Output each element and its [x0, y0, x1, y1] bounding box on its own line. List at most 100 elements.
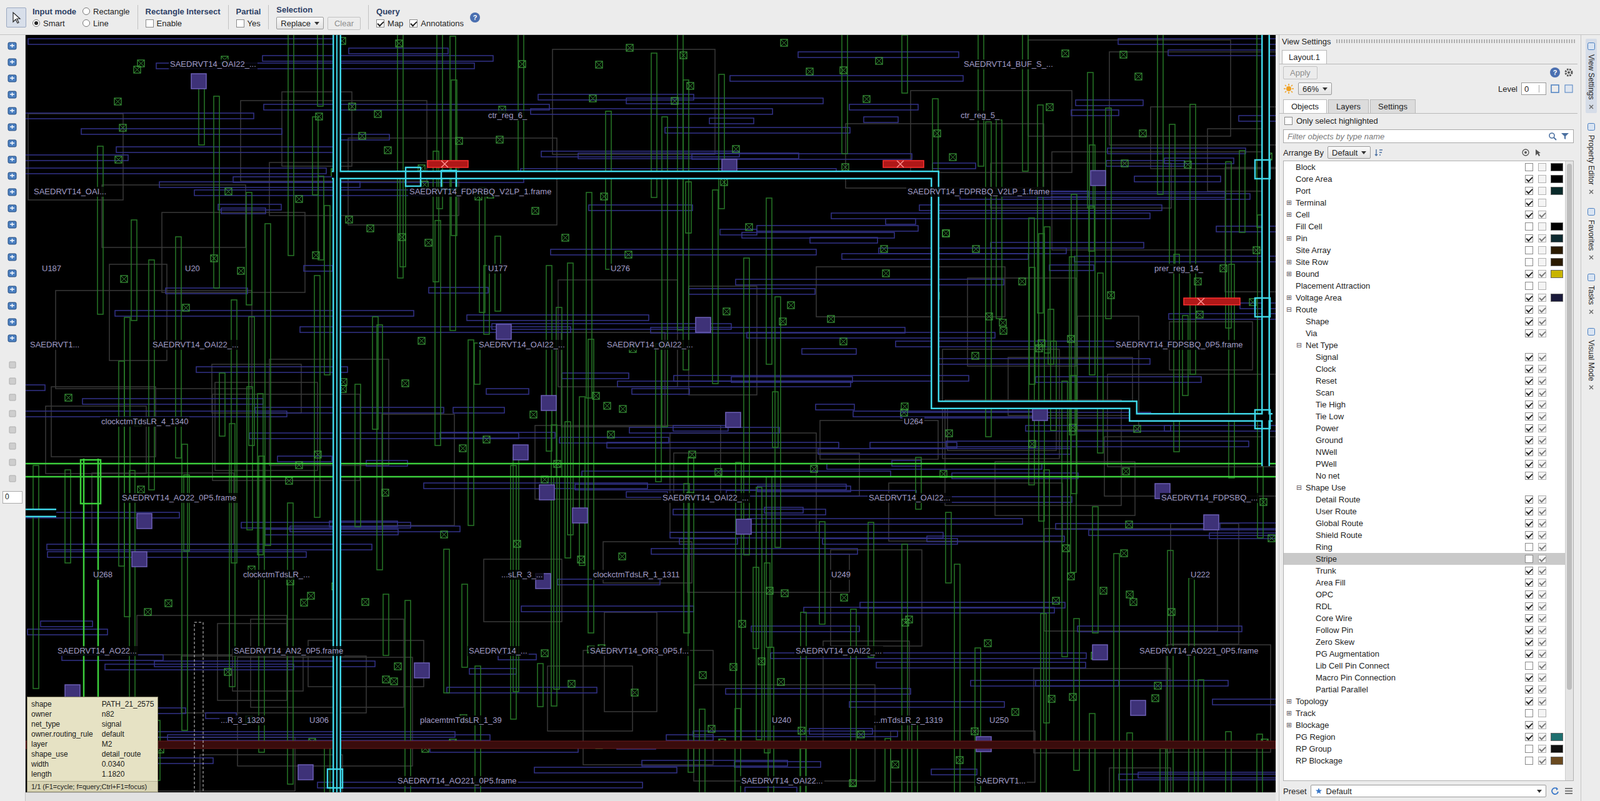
selectable-checkbox[interactable] — [1538, 685, 1547, 694]
tool-button[interactable] — [3, 455, 22, 470]
close-icon[interactable] — [1588, 103, 1595, 110]
tree-row[interactable]: ⊞Blockage — [1283, 719, 1565, 732]
tool-button[interactable] — [3, 120, 22, 135]
visible-checkbox[interactable] — [1525, 507, 1534, 516]
grid-field[interactable]: 0 — [2, 491, 23, 504]
selectable-checkbox[interactable] — [1538, 281, 1547, 290]
visible-checkbox[interactable] — [1525, 163, 1534, 172]
side-tab[interactable]: View Settings — [1585, 38, 1597, 114]
expander[interactable]: ⊟ — [1286, 305, 1294, 314]
visible-checkbox[interactable] — [1525, 745, 1534, 754]
selectable-checkbox[interactable] — [1538, 733, 1547, 742]
color-swatch[interactable] — [1550, 745, 1564, 754]
selectable-checkbox[interactable] — [1538, 602, 1547, 611]
side-tab[interactable]: Property Editor — [1585, 119, 1597, 199]
selectable-checkbox[interactable] — [1538, 471, 1547, 480]
tree-row[interactable]: Power — [1283, 422, 1565, 435]
selectable-checkbox[interactable] — [1538, 555, 1547, 564]
visible-checkbox[interactable] — [1525, 329, 1534, 338]
tool-button[interactable] — [3, 406, 22, 422]
selectable-checkbox[interactable] — [1538, 566, 1547, 575]
visible-checkbox[interactable] — [1525, 400, 1534, 409]
visible-checkbox[interactable] — [1525, 578, 1534, 587]
color-swatch[interactable] — [1550, 258, 1564, 267]
visible-checkbox[interactable] — [1525, 388, 1534, 397]
clear-button[interactable]: Clear — [327, 16, 361, 30]
tree-row[interactable]: Fill Cell — [1283, 220, 1565, 233]
tool-button[interactable] — [3, 55, 22, 70]
expander[interactable]: ⊞ — [1286, 293, 1294, 302]
tree-row[interactable]: ⊞Site Row — [1283, 256, 1565, 269]
color-swatch[interactable] — [1550, 246, 1564, 255]
level-spinbox[interactable]: 0 — [1521, 82, 1547, 95]
tree-row[interactable]: ⊞Cell — [1283, 208, 1565, 221]
visible-checkbox[interactable] — [1525, 661, 1534, 670]
tree-row[interactable]: ⊟Shape Use — [1283, 481, 1565, 494]
selectable-checkbox[interactable] — [1538, 626, 1547, 635]
expander[interactable]: ⊞ — [1286, 210, 1294, 219]
expander[interactable]: ⊞ — [1286, 721, 1294, 730]
selectable-checkbox[interactable] — [1538, 329, 1547, 338]
selectable-checkbox[interactable] — [1538, 412, 1547, 421]
view-tab[interactable]: Objects — [1283, 99, 1327, 114]
tree-row[interactable]: RP Group — [1283, 743, 1565, 755]
tree-row[interactable]: RP Blockage — [1283, 755, 1565, 767]
tree-row[interactable]: PWell — [1283, 458, 1565, 470]
apply-button[interactable]: Apply — [1283, 66, 1318, 80]
preset-dropdown[interactable]: Default — [1310, 785, 1547, 798]
tree-row[interactable]: User Route — [1283, 505, 1565, 518]
tree-row[interactable]: Partial Parallel — [1283, 683, 1565, 696]
tool-button[interactable] — [3, 373, 22, 389]
visible-checkbox[interactable] — [1525, 543, 1534, 552]
visible-checkbox[interactable] — [1525, 258, 1534, 267]
expander[interactable]: ⊟ — [1296, 341, 1304, 350]
expander[interactable]: ⊞ — [1286, 270, 1294, 279]
selection-dropdown[interactable]: Replace — [276, 16, 324, 30]
tree-row[interactable]: PG Region — [1283, 731, 1565, 744]
tree-row[interactable]: Tie Low — [1283, 410, 1565, 423]
scroll-thumb[interactable] — [1566, 163, 1572, 690]
tree-row[interactable]: RDL — [1283, 600, 1565, 613]
tool-button[interactable] — [3, 136, 22, 152]
color-swatch[interactable] — [1550, 222, 1564, 231]
tree-row[interactable]: Ground — [1283, 434, 1565, 447]
tool-button[interactable] — [3, 438, 22, 454]
selectable-checkbox[interactable] — [1538, 756, 1547, 765]
tree-row[interactable]: Detail Route — [1283, 493, 1565, 506]
tree-row[interactable]: Scan — [1283, 386, 1565, 399]
tree-row[interactable]: Block — [1283, 161, 1565, 174]
selectable-checkbox[interactable] — [1538, 590, 1547, 599]
expander[interactable]: ⊞ — [1286, 258, 1294, 267]
filter-icon[interactable] — [1560, 131, 1570, 141]
selectable-checkbox[interactable] — [1538, 210, 1547, 219]
visible-checkbox[interactable] — [1525, 495, 1534, 504]
selectable-checkbox[interactable] — [1538, 460, 1547, 469]
visible-checkbox[interactable] — [1525, 317, 1534, 326]
tree-row[interactable]: Core Area — [1283, 173, 1565, 185]
selectable-checkbox[interactable] — [1538, 448, 1547, 457]
sort-icon[interactable] — [1374, 148, 1384, 157]
tree-row[interactable]: Lib Cell Pin Connect — [1283, 660, 1565, 672]
selectable-checkbox[interactable] — [1538, 186, 1547, 195]
visible-checkbox[interactable] — [1525, 186, 1534, 195]
visible-checkbox[interactable] — [1525, 376, 1534, 385]
tree-row[interactable]: No net — [1283, 470, 1565, 482]
tree-row[interactable]: ⊞Terminal — [1283, 196, 1565, 209]
selectable-checkbox[interactable] — [1538, 650, 1547, 659]
visible-checkbox[interactable] — [1525, 614, 1534, 623]
tree-row[interactable]: Placement Attraction — [1283, 280, 1565, 292]
selectable-checkbox[interactable] — [1538, 519, 1547, 528]
expander[interactable]: ⊟ — [1296, 483, 1304, 492]
input-mode-radio[interactable]: Smart — [32, 18, 77, 29]
selectable-checkbox[interactable] — [1538, 709, 1547, 718]
input-mode-radio[interactable]: Line — [82, 18, 130, 29]
close-icon[interactable] — [1588, 384, 1595, 391]
selectable-checkbox[interactable] — [1538, 697, 1547, 706]
expander[interactable]: ⊞ — [1286, 234, 1294, 243]
visible-checkbox[interactable] — [1525, 246, 1534, 255]
expander[interactable]: ⊞ — [1286, 198, 1294, 207]
selectable-checkbox[interactable] — [1538, 234, 1547, 243]
visible-checkbox[interactable] — [1525, 210, 1534, 219]
tree-row[interactable]: Global Route — [1283, 517, 1565, 530]
layout-canvas[interactable]: SAEDRVT14_OAI22_...ctr_reg_6_ctr_reg_5_S… — [25, 35, 1276, 793]
